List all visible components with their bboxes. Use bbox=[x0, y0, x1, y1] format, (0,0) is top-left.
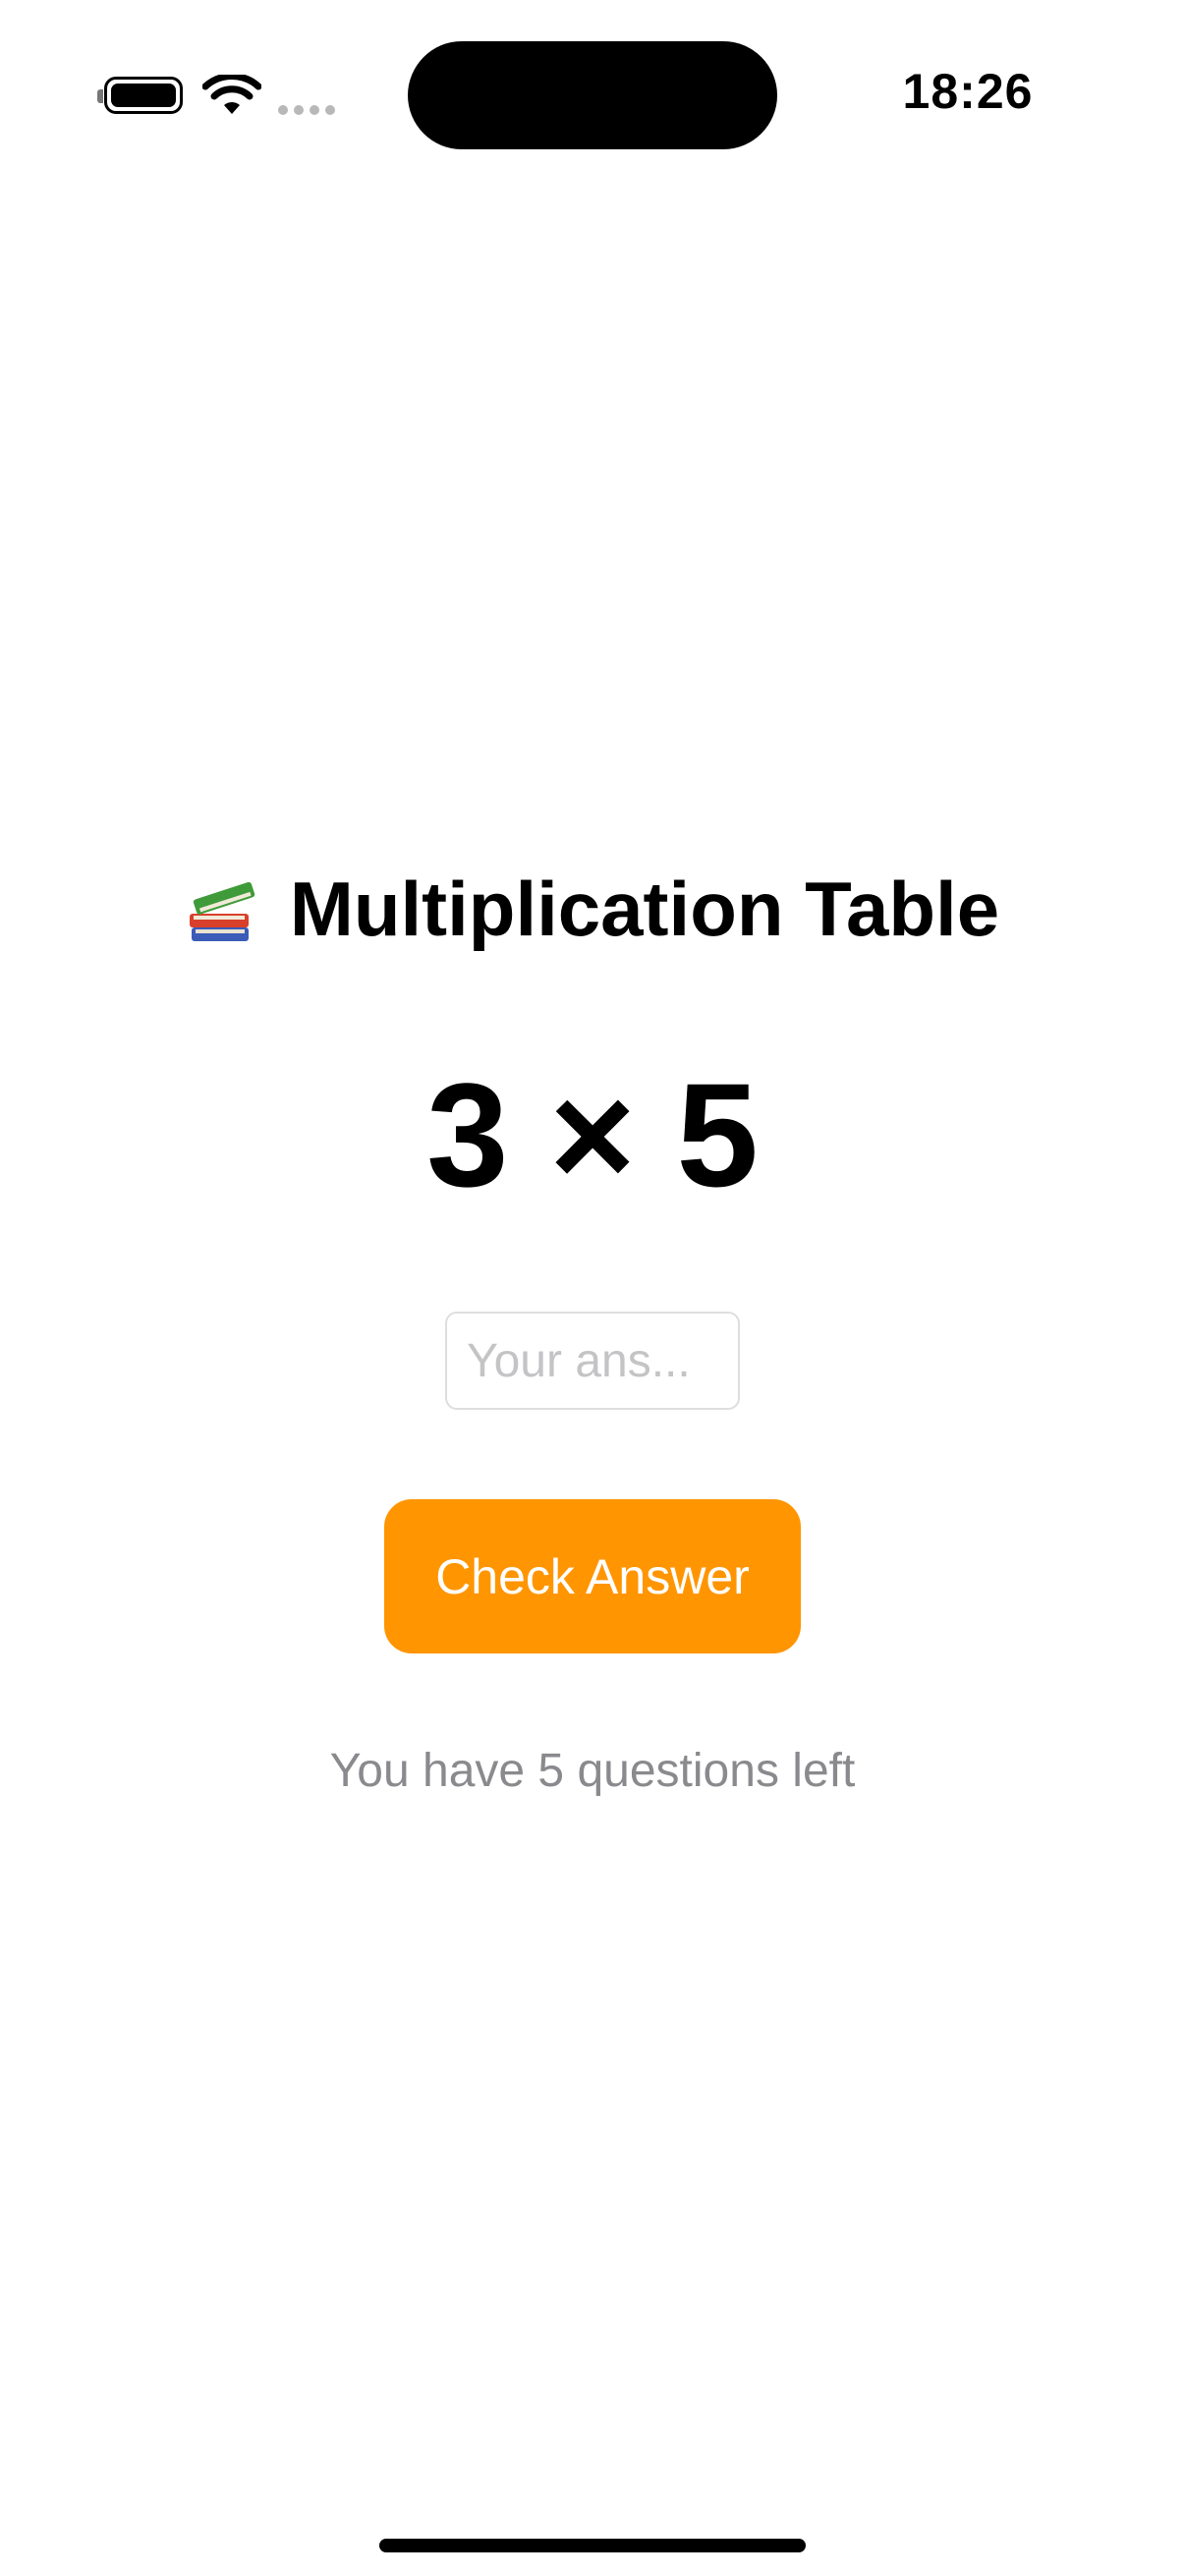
question-text: 3 × 5 bbox=[426, 1052, 759, 1217]
answer-input[interactable] bbox=[445, 1312, 740, 1410]
home-indicator[interactable] bbox=[379, 2539, 806, 2552]
title-row: Multiplication Table bbox=[0, 865, 1185, 954]
status-time: 18:26 bbox=[902, 64, 1034, 119]
status-bar: 18:26 bbox=[0, 0, 1185, 196]
dynamic-island bbox=[408, 41, 777, 149]
books-icon bbox=[189, 881, 255, 941]
page-title: Multiplication Table bbox=[289, 866, 1000, 952]
questions-remaining-text: You have 5 questions left bbox=[329, 1745, 856, 1797]
cellular-signal-icon bbox=[278, 105, 335, 115]
check-answer-button[interactable]: Check Answer bbox=[384, 1499, 801, 1653]
wifi-icon bbox=[202, 75, 261, 114]
battery-icon bbox=[97, 77, 183, 114]
